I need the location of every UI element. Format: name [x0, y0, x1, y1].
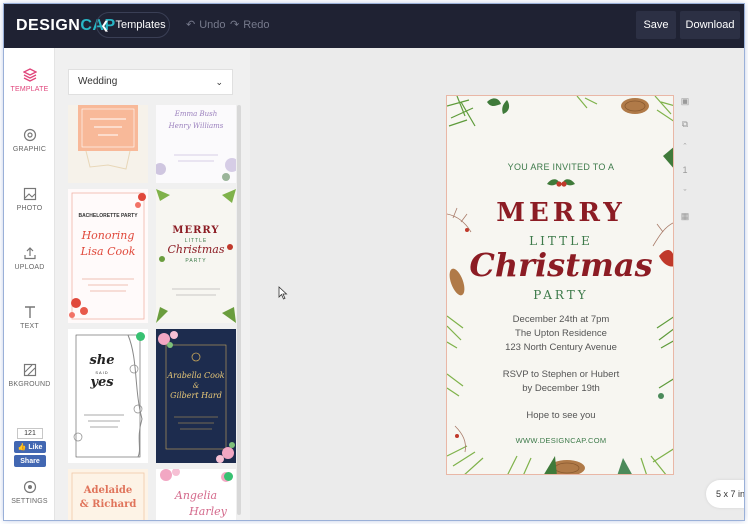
- chevron-down-icon[interactable]: ˇ: [678, 186, 692, 200]
- page-tools: ▣ ⧉ ˆ 1 ˇ ▦: [678, 94, 692, 232]
- invitation-card[interactable]: YOU ARE INVITED TO A MERRY LITTLE Christ…: [446, 95, 674, 475]
- rsvp-line-2[interactable]: by December 19th: [447, 383, 673, 394]
- peach-invitation-art: [68, 105, 148, 183]
- facebook-like-label: Like: [28, 443, 43, 451]
- sidebar-item-background[interactable]: BKGROUND: [4, 363, 55, 388]
- facebook-like-count: 121: [17, 428, 43, 439]
- template-thumb-8[interactable]: Angelia Harley: [156, 469, 236, 520]
- graphic-icon: [23, 128, 36, 142]
- template-thumb-4[interactable]: MERRY LITTLE Christmas PARTY: [156, 189, 236, 323]
- category-select-value: Wedding: [78, 76, 118, 87]
- thumb-7-line-2: & Richard: [79, 499, 137, 510]
- thumb-8-line-2: Harley: [189, 505, 227, 518]
- template-thumb-3[interactable]: BACHELORETTE PARTY Honoring Lisa Cook: [68, 189, 148, 323]
- chevron-left-icon: ❮: [100, 19, 110, 32]
- facebook-share-button[interactable]: Share: [14, 455, 46, 467]
- trash-icon[interactable]: ▦: [678, 209, 692, 223]
- redo-icon: ↷: [230, 19, 240, 31]
- thumb-5-line-3: yes: [90, 375, 114, 390]
- thumb-4-line-1: MERRY: [172, 225, 220, 236]
- party-heading[interactable]: PARTY: [447, 288, 673, 302]
- app-window: DESIGNCAP ❮ Templates ↶ Undo ↷ Redo Save…: [4, 4, 744, 520]
- template-panel: Wedding ⌄ Emma Bush Henry Williams BACHE…: [55, 48, 250, 520]
- christmas-leaves-art: [156, 189, 236, 323]
- thumb-4-line-4: PARTY: [185, 258, 207, 264]
- templates-label: Templates: [115, 19, 166, 31]
- undo-label: Undo: [199, 18, 226, 31]
- thumb-4-line-3: Christmas: [167, 243, 225, 256]
- facebook-like-button[interactable]: 👍 Like: [14, 441, 46, 453]
- website-text[interactable]: WWW.DESIGNCAP.COM: [447, 436, 673, 445]
- sidebar-item-upload[interactable]: UPLOAD: [4, 246, 55, 271]
- sidebar-label-upload: UPLOAD: [14, 264, 45, 271]
- facebook-widget: 121 👍 Like Share: [14, 428, 48, 467]
- event-venue[interactable]: The Upton Residence: [447, 328, 673, 339]
- page-number: 1: [682, 165, 688, 175]
- sidebar-item-settings[interactable]: SETTINGS: [4, 480, 55, 505]
- panel-scrollbar[interactable]: [237, 105, 241, 515]
- template-thumb-2[interactable]: Emma Bush Henry Williams: [156, 105, 236, 183]
- template-thumb-6[interactable]: Arabella Cook & Gilbert Hard: [156, 329, 236, 463]
- logo-left: DESIGN: [16, 17, 81, 34]
- sidebar-item-template[interactable]: TEMPLATE: [4, 68, 55, 93]
- category-select[interactable]: Wedding ⌄: [68, 69, 233, 95]
- upload-icon: [23, 247, 36, 260]
- sidebar-label-settings: SETTINGS: [11, 498, 48, 505]
- thumb-3-line-1: Honoring: [81, 229, 135, 242]
- sidebar-item-graphic[interactable]: GRAPHIC: [4, 128, 55, 153]
- thumb-2-name-1: Emma Bush: [174, 110, 218, 118]
- templates-button[interactable]: ❮ Templates: [96, 12, 170, 38]
- undo-icon: ↶: [186, 19, 196, 31]
- hope-text[interactable]: Hope to see you: [447, 410, 673, 421]
- template-thumb-7[interactable]: Adelaide & Richard: [68, 469, 148, 520]
- mouse-cursor-icon: [278, 286, 288, 300]
- sidebar-label-background: BKGROUND: [8, 381, 51, 388]
- redo-button[interactable]: ↷ Redo: [230, 18, 270, 32]
- template-thumb-5[interactable]: she SAID yes: [68, 329, 148, 463]
- photo-icon: [23, 187, 36, 201]
- sidebar-item-text[interactable]: TEXT: [4, 305, 55, 330]
- layers-icon: [22, 68, 37, 82]
- sidebar-label-graphic: GRAPHIC: [12, 146, 47, 153]
- text-icon: [24, 306, 35, 318]
- size-indicator[interactable]: 5 x 7 in: [706, 480, 744, 508]
- save-button[interactable]: Save: [636, 11, 676, 39]
- thumb-7-line-1: Adelaide: [83, 485, 133, 496]
- thumb-3-line-2: Lisa Cook: [80, 245, 136, 258]
- rsvp-line-1[interactable]: RSVP to Stephen or Hubert: [447, 369, 673, 380]
- download-button[interactable]: Download: [680, 11, 740, 39]
- thumbs-up-icon: 👍: [17, 444, 27, 451]
- invite-heading[interactable]: YOU ARE INVITED TO A: [447, 162, 673, 172]
- she-said-yes-art: [68, 329, 148, 463]
- background-icon: [23, 363, 36, 377]
- sidebar-label-text: TEXT: [20, 323, 39, 330]
- event-date[interactable]: December 24th at 7pm: [447, 314, 673, 325]
- premium-badge: [224, 472, 233, 481]
- thumb-5-line-1: she: [89, 353, 115, 368]
- undo-button[interactable]: ↶ Undo: [186, 18, 226, 32]
- chevron-down-icon: ⌄: [215, 77, 223, 87]
- add-page-icon[interactable]: ▣: [678, 94, 692, 108]
- thumb-3-small: BACHELORETTE PARTY: [78, 213, 138, 219]
- template-thumb-1[interactable]: [68, 105, 148, 183]
- merry-heading[interactable]: MERRY: [447, 198, 673, 228]
- thumb-6-line-1: Arabella Cook: [167, 371, 225, 380]
- sidebar: TEMPLATE GRAPHIC PHOTO UPLOAD TEXT BKGRO…: [4, 48, 55, 520]
- redo-label: Redo: [243, 18, 270, 31]
- thumb-8-line-1: Angelia: [174, 489, 218, 502]
- top-bar: DESIGNCAP ❮ Templates ↶ Undo ↷ Redo Save…: [4, 4, 744, 48]
- chevron-up-icon[interactable]: ˆ: [678, 140, 692, 154]
- design-canvas: YOU ARE INVITED TO A MERRY LITTLE Christ…: [250, 48, 744, 520]
- christmas-heading[interactable]: Christmas: [447, 246, 673, 284]
- copy-page-icon[interactable]: ⧉: [678, 117, 692, 131]
- sidebar-item-photo[interactable]: PHOTO: [4, 187, 55, 212]
- event-address[interactable]: 123 North Century Avenue: [447, 342, 673, 353]
- premium-badge: [136, 332, 145, 341]
- sidebar-label-photo: PHOTO: [16, 205, 43, 212]
- settings-icon: [23, 480, 36, 494]
- thumb-2-name-2: Henry Williams: [168, 122, 224, 130]
- sidebar-label-template: TEMPLATE: [10, 86, 49, 93]
- thumb-6-line-3: Gilbert Hard: [170, 391, 222, 400]
- thumb-6-line-2: &: [192, 382, 200, 390]
